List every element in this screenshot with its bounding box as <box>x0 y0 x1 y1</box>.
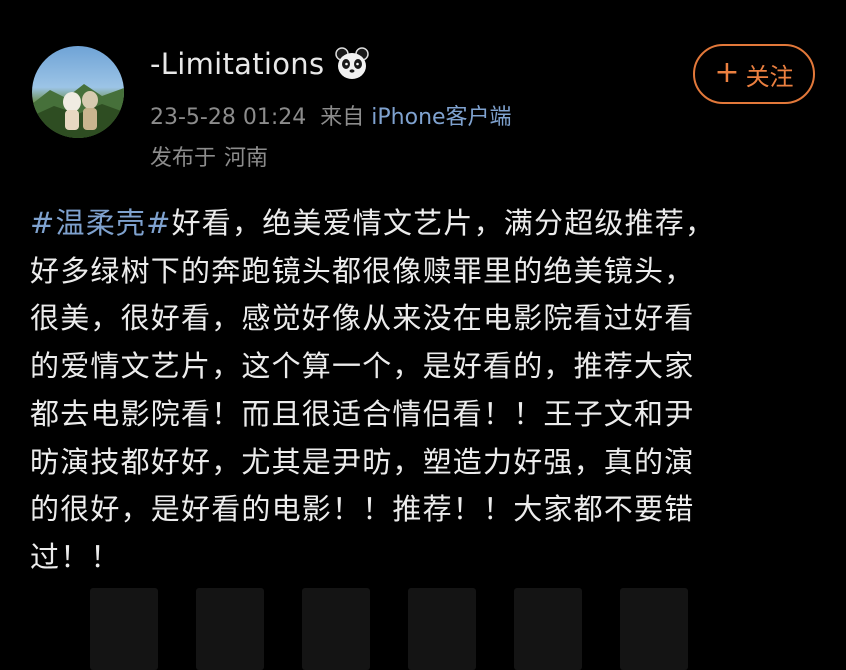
faded-block <box>514 588 582 670</box>
faded-block <box>620 588 688 670</box>
weibo-post-card: -Limitations 23-5-28 01:24 来自 iPhone客户端 发… <box>0 0 846 670</box>
username[interactable]: -Limitations <box>150 47 324 81</box>
content-line: 昉演技都好好，尤其是尹昉，塑造力好强，真的演 <box>30 444 695 479</box>
content-line: #温柔壳#好看，绝美爱情文艺片，满分超级推荐， <box>30 206 716 240</box>
location-prefix: 发布于 <box>150 146 217 171</box>
avatar-image <box>32 84 124 138</box>
content-line: 的爱情文艺片，这个算一个，是好看的，推荐大家 <box>30 349 695 384</box>
post-date: 23-5-28 01:24 <box>150 105 307 130</box>
faded-block <box>196 588 264 670</box>
username-row: -Limitations <box>150 42 370 86</box>
faded-background-graphic <box>90 588 790 670</box>
post-content: #温柔壳#好看，绝美爱情文艺片，满分超级推荐， 好多绿树下的奔跑镜头都很像赎罪里… <box>30 200 830 582</box>
post-meta: 23-5-28 01:24 来自 iPhone客户端 <box>150 99 512 131</box>
follow-label: 关注 <box>745 62 794 91</box>
post-location: 发布于 河南 <box>150 140 268 172</box>
source-link[interactable]: iPhone客户端 <box>371 105 511 130</box>
content-line: 好多绿树下的奔跑镜头都很像赎罪里的绝美镜头， <box>30 253 695 288</box>
plus-icon: + <box>714 54 740 90</box>
location-value: 河南 <box>224 146 269 171</box>
panda-icon <box>335 47 370 79</box>
avatar[interactable] <box>32 46 124 138</box>
content-line: 都去电影院看！而且很适合情侣看！！王子文和尹 <box>30 396 695 431</box>
hashtag-link[interactable]: #温柔壳# <box>30 206 172 240</box>
content-line: 很美，很好看，感觉好像从来没在电影院看过好看 <box>30 301 695 336</box>
faded-block <box>90 588 158 670</box>
faded-block <box>408 588 476 670</box>
content-line: 过！！ <box>30 539 121 574</box>
faded-block <box>302 588 370 670</box>
content-line: 的很好，是好看的电影！！推荐！！大家都不要错 <box>30 492 695 527</box>
follow-button[interactable]: + 关注 <box>693 44 815 104</box>
source-prefix: 来自 <box>320 105 365 130</box>
